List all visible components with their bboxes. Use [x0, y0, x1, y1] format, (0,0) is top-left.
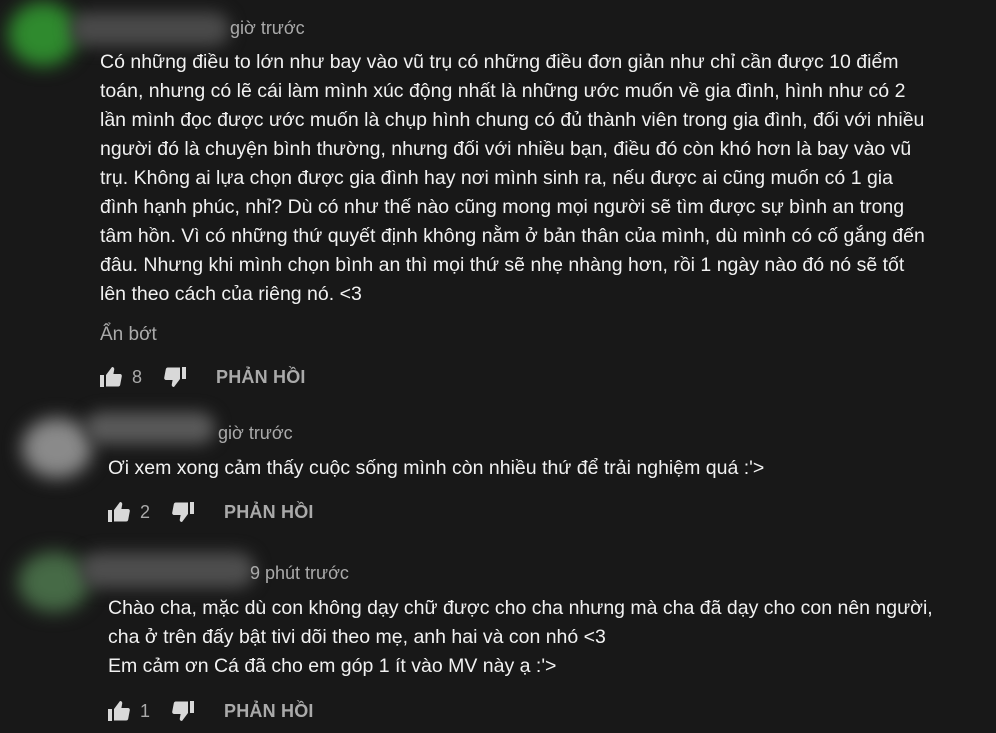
reply-button[interactable]: PHẢN HỒI [224, 502, 314, 523]
comment-time: giờ trước [230, 18, 305, 38]
comment-actions: 8 PHẢN HỒI [98, 362, 306, 392]
reply-button[interactable]: PHẢN HỒI [224, 701, 314, 722]
thumbs-up-icon[interactable] [106, 499, 132, 525]
thumbs-down-icon[interactable] [170, 499, 196, 525]
thumbs-up-icon[interactable] [98, 364, 124, 390]
like-count: 1 [140, 700, 151, 721]
avatar[interactable] [8, 2, 78, 66]
comment-text: Có những điều to lớn như bay vào vũ trụ … [100, 51, 925, 305]
comment-time: giờ trước [218, 423, 293, 443]
thumbs-down-icon[interactable] [170, 698, 196, 724]
avatar[interactable] [22, 418, 92, 478]
like-count: 2 [140, 501, 151, 522]
reply-button[interactable]: PHẢN HỒI [216, 367, 306, 388]
comment-text: Ơi xem xong cảm thấy cuộc sống mình còn … [108, 457, 765, 479]
author-name-redacted[interactable] [70, 12, 230, 46]
author-name-redacted[interactable] [85, 412, 215, 444]
author-name-redacted[interactable] [80, 552, 255, 588]
comment-text: Chào cha, mặc dù con không dạy chữ được … [108, 597, 933, 677]
show-less-toggle[interactable]: Ẩn bớt [100, 324, 157, 346]
comment-actions: 2 PHẢN HỒI [106, 497, 314, 527]
thumbs-down-icon[interactable] [162, 364, 188, 390]
thumbs-up-icon[interactable] [106, 698, 132, 724]
comment-time: 9 phút trước [250, 563, 349, 583]
comment-actions: 1 PHẢN HỒI [106, 696, 314, 726]
like-count: 8 [132, 366, 143, 387]
avatar[interactable] [18, 552, 90, 612]
